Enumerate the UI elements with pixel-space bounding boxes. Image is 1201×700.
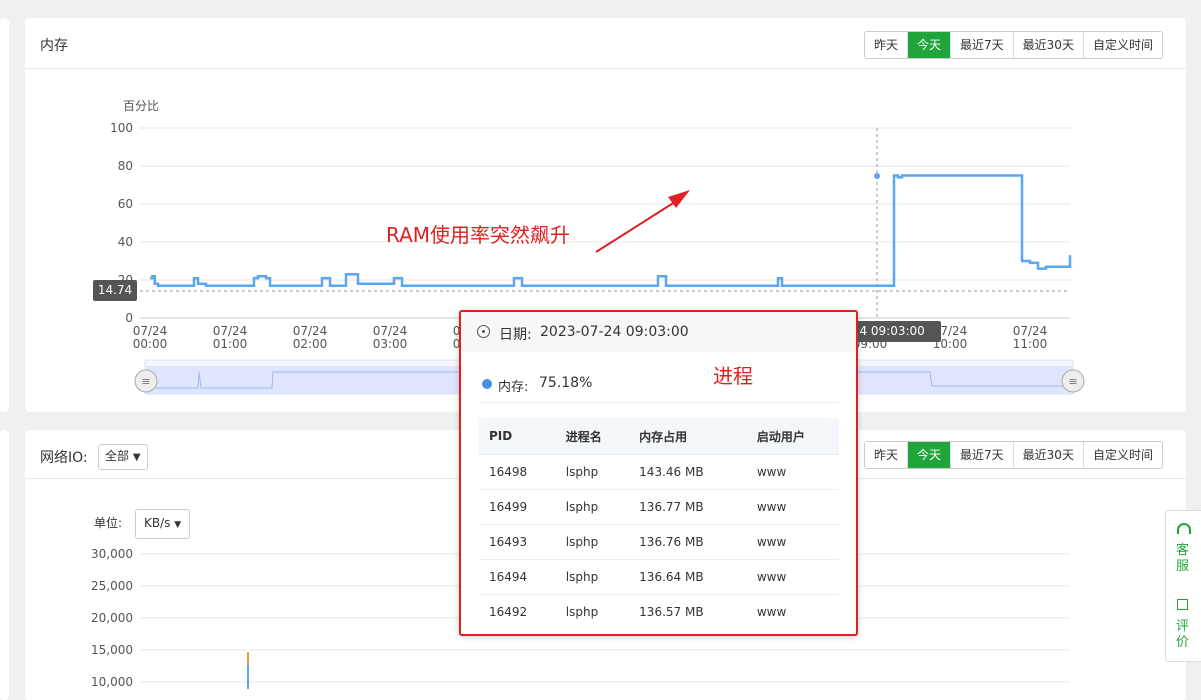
tooltip-series-value: 75.18% [539,375,593,391]
tooltip-divider [479,402,839,403]
cell-user: www [746,454,839,490]
cell-process-name: lsphp [555,594,630,629]
tooltip-date-value: 2023-07-24 09:03:00 [540,324,689,340]
cell-pid: 16494 [479,559,556,595]
y-tick-label: 25,000 [91,579,133,593]
y-tick-label: 30,000 [91,547,133,561]
cell-memory: 143.46 MB [629,454,747,490]
cell-user: www [746,489,839,525]
review-label: 评价 [1176,619,1190,650]
cell-memory: 136.77 MB [629,489,747,525]
floating-side-panel: 客服 评价 [1165,510,1201,662]
cell-pid: 16493 [479,524,556,560]
series-dot-icon [482,379,492,389]
cell-pid: 16498 [479,454,556,490]
clock-icon-dot [482,330,485,333]
col-start-user: 启动用户 [746,418,839,455]
process-tooltip: 日期: 2023-07-24 09:03:00 内存: 75.18% 进程 PI… [459,310,858,636]
headset-icon [1177,523,1191,534]
customer-service-button[interactable]: 客服 [1166,511,1201,586]
table-row: 16493 lsphp 136.76 MB www [479,524,839,560]
cell-user: www [746,559,839,595]
cell-memory: 136.57 MB [629,594,747,629]
process-annotation: 进程 [713,364,753,388]
cell-process-name: lsphp [555,454,630,490]
cell-process-name: lsphp [555,559,630,595]
edit-icon [1177,599,1188,610]
y-tick-label: 15,000 [91,643,133,657]
cell-user: www [746,594,839,629]
cell-user: www [746,524,839,560]
table-row: 16498 lsphp 143.46 MB www [479,454,839,490]
cell-pid: 16499 [479,489,556,525]
process-table: PID 进程名 内存占用 启动用户 16498 lsphp 143.46 MB … [479,418,839,629]
cell-memory: 136.76 MB [629,524,747,560]
y-tick-label: 20,000 [91,611,133,625]
tooltip-series-label: 内存: [498,380,529,395]
tooltip-date-label: 日期: [499,327,532,343]
y-tick-label: 10,000 [91,675,133,689]
review-button[interactable]: 评价 [1166,591,1201,661]
table-row: 16494 lsphp 136.64 MB www [479,559,839,595]
process-table-header: PID 进程名 内存占用 启动用户 [479,418,839,455]
col-process-name: 进程名 [555,418,630,455]
cell-pid: 16492 [479,594,556,629]
col-memory-usage: 内存占用 [629,418,747,455]
table-row: 16492 lsphp 136.57 MB www [479,594,839,629]
table-row: 16499 lsphp 136.77 MB www [479,489,839,525]
cell-memory: 136.64 MB [629,559,747,595]
cell-process-name: lsphp [555,524,630,560]
col-pid: PID [479,418,556,455]
customer-service-label: 客服 [1176,543,1190,574]
cell-process-name: lsphp [555,489,630,525]
